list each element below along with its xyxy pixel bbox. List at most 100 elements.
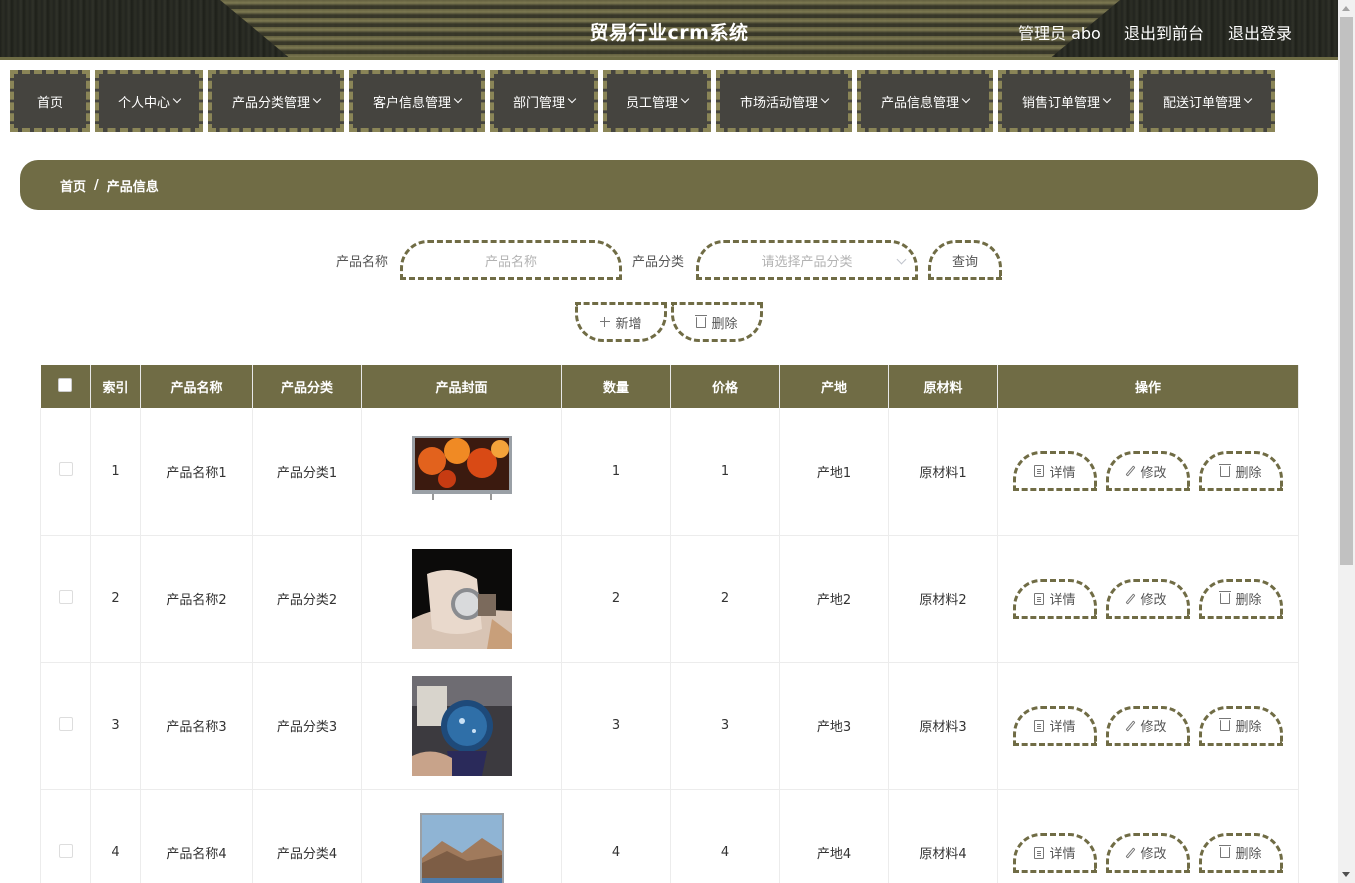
column-header: 索引 [90, 365, 141, 408]
delete-label: 删除 [1235, 593, 1262, 608]
product-name-cell: 产品名称1 [140, 408, 253, 536]
product-cover-image[interactable] [411, 548, 512, 649]
breadcrumb: 首页 / 产品信息 [20, 160, 1318, 210]
detail-button[interactable]: 详情 [1013, 578, 1097, 619]
nav-item-label: 产品信息管理 [880, 95, 959, 111]
product-name-label: 产品名称 [335, 254, 388, 270]
table-header-row: 索引 产品名称 产品分类 产品封面 数量 价格 产地 原材料 操作 [40, 365, 1299, 408]
row-checkbox[interactable] [58, 716, 73, 731]
product-cover-image[interactable] [412, 803, 512, 883]
detail-button[interactable]: 详情 [1013, 451, 1097, 492]
material-cell: 原材料1 [888, 408, 998, 536]
trash-icon [1219, 463, 1232, 477]
nav-item-label: 销售订单管理 [1021, 95, 1100, 111]
nav-item-sales-order-mgmt[interactable]: 销售订单管理 [998, 70, 1134, 132]
product-category-placeholder: 请选择产品分类 [761, 254, 853, 270]
delete-label: 删除 [1235, 465, 1262, 481]
detail-label: 详情 [1049, 847, 1076, 862]
product-cover-cell [361, 662, 562, 790]
column-header: 原材料 [888, 365, 998, 408]
scrollbar-thumb[interactable] [1340, 17, 1353, 565]
product-category-cell: 产品分类2 [252, 535, 362, 663]
nav-item-product-mgmt[interactable]: 产品信息管理 [857, 70, 993, 132]
nav-item-label: 配送订单管理 [1162, 95, 1241, 111]
delete-label: 删除 [1235, 847, 1262, 862]
edit-label: 修改 [1140, 847, 1167, 862]
edit-button[interactable]: 修改 [1106, 578, 1190, 619]
index-cell: 3 [90, 662, 141, 790]
nav-item-label: 员工管理 [625, 95, 678, 111]
delete-button[interactable]: 删除 [1199, 578, 1283, 619]
main-nav: 首页 个人中心 产品分类管理 客户信息管理 部门管理 员工管理 市场活动管理 产… [10, 70, 1275, 132]
edit-button[interactable]: 修改 [1106, 451, 1190, 492]
quantity-cell: 3 [561, 662, 671, 790]
delete-button[interactable]: 删除 [1199, 832, 1283, 873]
product-cover-cell [361, 789, 562, 883]
index-cell: 4 [90, 789, 141, 883]
price-cell: 2 [670, 535, 780, 663]
chevron-down-icon [1243, 94, 1253, 104]
quantity-cell: 2 [561, 535, 671, 663]
product-name-cell: 产品名称4 [140, 789, 253, 883]
nav-item-label: 产品分类管理 [231, 95, 310, 111]
trash-icon [695, 314, 708, 328]
row-checkbox[interactable] [58, 462, 73, 477]
delete-button[interactable]: 删除 [1199, 705, 1283, 746]
operations-cell: 详情 修改 删除 [997, 408, 1299, 536]
breadcrumb-home[interactable]: 首页 [60, 176, 86, 195]
product-name-input[interactable]: 产品名称 [400, 240, 622, 280]
pencil-icon [1125, 719, 1136, 732]
column-header: 操作 [997, 365, 1299, 408]
document-icon [1034, 719, 1045, 732]
product-cover-image[interactable] [411, 421, 512, 521]
nav-item-department-mgmt[interactable]: 部门管理 [490, 70, 598, 132]
column-header: 产品分类 [252, 365, 362, 408]
select-all-checkbox[interactable] [58, 377, 73, 392]
chevron-down-icon [172, 94, 182, 104]
plus-icon [600, 317, 611, 327]
nav-item-employee-mgmt[interactable]: 员工管理 [603, 70, 711, 132]
price-cell: 3 [670, 662, 780, 790]
nav-item-personal-center[interactable]: 个人中心 [95, 70, 203, 132]
nav-item-home[interactable]: 首页 [10, 70, 90, 132]
product-category-cell: 产品分类4 [252, 789, 362, 883]
delete-button[interactable]: 删除 [1199, 451, 1283, 492]
vertical-scrollbar[interactable] [1338, 0, 1355, 883]
product-name-cell: 产品名称2 [140, 535, 253, 663]
exit-to-front-link[interactable]: 退出到前台 [1124, 20, 1204, 44]
batch-delete-button[interactable]: 删除 [671, 302, 763, 342]
nav-item-delivery-order-mgmt[interactable]: 配送订单管理 [1139, 70, 1275, 132]
scroll-up-arrow-icon[interactable] [1342, 6, 1350, 11]
edit-button[interactable]: 修改 [1106, 705, 1190, 746]
pencil-icon [1125, 465, 1136, 477]
trash-icon [1219, 591, 1232, 604]
product-category-select[interactable]: 请选择产品分类 [696, 240, 919, 280]
query-button[interactable]: 查询 [928, 240, 1003, 280]
add-button[interactable]: 新增 [575, 302, 667, 342]
operations-cell: 详情 修改 删除 [997, 662, 1299, 790]
product-category-cell: 产品分类1 [252, 408, 362, 536]
product-cover-image[interactable] [411, 675, 512, 776]
trash-icon [1219, 718, 1232, 731]
scroll-down-arrow-icon[interactable] [1342, 872, 1350, 877]
detail-button[interactable]: 详情 [1013, 705, 1097, 746]
origin-cell: 产地3 [779, 662, 889, 790]
nav-item-label: 市场活动管理 [739, 95, 818, 111]
nav-item-marketing-mgmt[interactable]: 市场活动管理 [716, 70, 852, 132]
logout-link[interactable]: 退出登录 [1228, 20, 1292, 44]
table-row: 2 产品名称2 产品分类2 2 2 产地2 原材料2 详情 修改 删除 [40, 535, 1299, 663]
row-checkbox[interactable] [58, 589, 73, 604]
edit-button[interactable]: 修改 [1106, 832, 1190, 873]
nav-item-category-mgmt[interactable]: 产品分类管理 [208, 70, 344, 132]
row-checkbox[interactable] [58, 843, 73, 858]
pencil-icon [1125, 592, 1136, 605]
column-header: 价格 [670, 365, 780, 408]
chevron-down-icon [820, 94, 830, 104]
material-cell: 原材料2 [888, 535, 998, 663]
nav-item-label: 首页 [36, 95, 63, 111]
edit-label: 修改 [1140, 593, 1167, 608]
detail-button[interactable]: 详情 [1013, 832, 1097, 873]
nav-item-customer-mgmt[interactable]: 客户信息管理 [349, 70, 485, 132]
nav-item-label: 个人中心 [117, 95, 170, 111]
product-cover-cell [361, 408, 562, 536]
